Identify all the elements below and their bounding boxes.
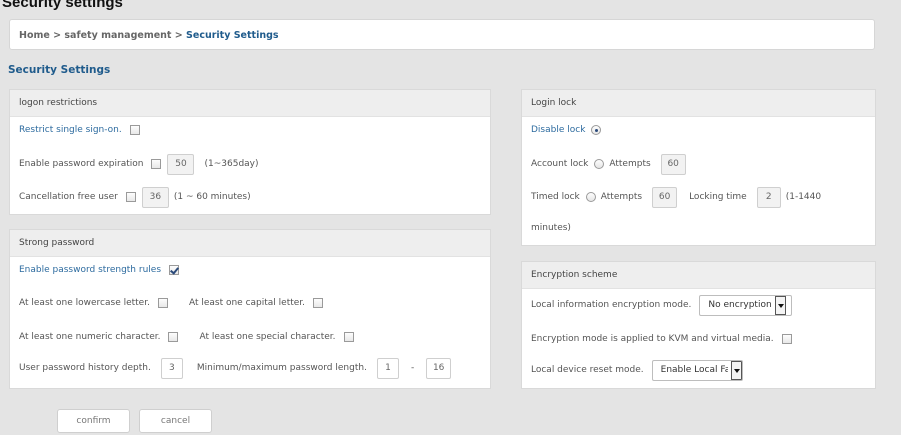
timed-attempts-label: Attempts: [600, 192, 643, 202]
account-attempts-label: Attempts: [609, 159, 651, 169]
locking-time-label: Locking time: [689, 192, 747, 202]
strong-password-panel: Strong password Enable password strength…: [9, 229, 491, 389]
cancellation-minutes-input[interactable]: 36: [141, 186, 169, 208]
reset-mode-value: Enable Local Fact: [660, 365, 728, 375]
locking-time-input[interactable]: 2: [756, 186, 781, 208]
password-history-label: User password history depth.: [19, 363, 151, 373]
page-heading: Security settings: [2, 0, 123, 11]
chevron-down-icon[interactable]: [730, 360, 742, 380]
login-lock-panel: Login lock Disable lock Account lock Att…: [521, 89, 876, 246]
numeric-character-label: At least one numeric character.: [19, 332, 161, 342]
confirm-button[interactable]: confirm: [57, 409, 130, 433]
password-min-length-input[interactable]: 1: [376, 357, 399, 379]
logon-restrictions-panel: logon restrictions Restrict single sign-…: [9, 89, 491, 215]
local-encryption-mode-select[interactable]: No encryption: [699, 294, 793, 316]
section-title: Security Settings: [8, 64, 111, 76]
special-character-checkbox[interactable]: [343, 332, 354, 342]
special-character-label: At least one special character.: [199, 332, 336, 342]
password-length-separator: -: [410, 363, 415, 373]
account-lock-radio[interactable]: [594, 159, 605, 169]
timed-lock-label: Timed lock: [531, 192, 580, 202]
panel-header: logon restrictions: [10, 90, 490, 117]
kvm-encryption-label: Encryption mode is applied to KVM and vi…: [531, 334, 774, 344]
password-strength-rules-label: Enable password strength rules: [19, 265, 162, 275]
capital-letter-label: At least one capital letter.: [188, 298, 306, 308]
timed-attempts-input[interactable]: 60: [652, 186, 678, 208]
chevron-down-icon[interactable]: [774, 295, 786, 315]
breadcrumb-parent[interactable]: safety management: [64, 30, 171, 41]
breadcrumb-separator: >: [49, 30, 65, 41]
reset-mode-label: Local device reset mode.: [531, 365, 644, 375]
locking-time-hint: (1-1440: [785, 192, 822, 202]
local-encryption-mode-value: No encryption: [708, 300, 772, 310]
reset-mode-select[interactable]: Enable Local Fact: [651, 359, 743, 381]
password-expiration-days-input[interactable]: 50: [167, 153, 195, 175]
kvm-encryption-checkbox[interactable]: [781, 334, 792, 344]
capital-letter-checkbox[interactable]: [313, 298, 324, 308]
panel-header: Encryption scheme: [522, 262, 875, 289]
cancellation-free-user-checkbox[interactable]: [125, 192, 136, 202]
disable-lock-label: Disable lock: [531, 125, 586, 135]
cancellation-hint: (1 ~ 60 minutes): [173, 192, 251, 202]
password-history-input[interactable]: 3: [160, 357, 183, 379]
lowercase-letter-checkbox[interactable]: [157, 298, 168, 308]
password-strength-rules-checkbox[interactable]: [169, 265, 180, 275]
encryption-scheme-panel: Encryption scheme Local information encr…: [521, 261, 876, 389]
cancel-button[interactable]: cancel: [139, 409, 212, 433]
lowercase-letter-label: At least one lowercase letter.: [19, 298, 150, 308]
password-expiration-label: Enable password expiration: [19, 159, 144, 169]
password-expiration-hint: (1~365day): [204, 159, 259, 169]
numeric-character-checkbox[interactable]: [168, 332, 179, 342]
timed-lock-radio[interactable]: [585, 192, 596, 202]
local-encryption-mode-label: Local information encryption mode.: [531, 300, 692, 310]
password-max-length-input[interactable]: 16: [426, 357, 452, 379]
panel-header: Strong password: [10, 230, 490, 257]
panel-header: Login lock: [522, 90, 875, 117]
account-lock-label: Account lock: [531, 159, 589, 169]
account-attempts-input[interactable]: 60: [660, 153, 686, 175]
password-length-label: Minimum/maximum password length.: [196, 363, 367, 373]
breadcrumb-separator: >: [171, 30, 187, 41]
password-expiration-checkbox[interactable]: [151, 159, 162, 169]
restrict-single-signon-checkbox[interactable]: [129, 125, 140, 135]
breadcrumb-current: Security Settings: [186, 30, 279, 41]
cancellation-free-user-label: Cancellation free user: [19, 192, 118, 202]
breadcrumb-home[interactable]: Home: [19, 30, 50, 41]
disable-lock-radio[interactable]: [591, 125, 602, 135]
locking-time-hint-continued: minutes): [531, 223, 571, 233]
breadcrumb: Home > safety management > Security Sett…: [9, 19, 875, 50]
restrict-single-signon-label: Restrict single sign-on.: [19, 125, 122, 135]
